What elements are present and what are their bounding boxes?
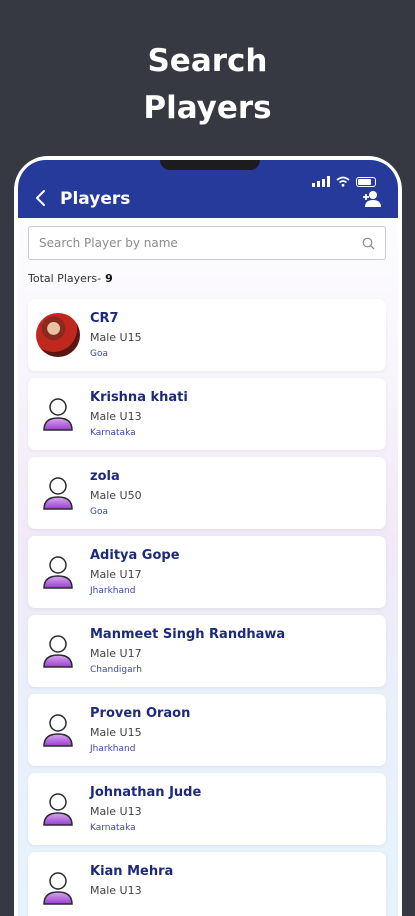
player-name: Proven Oraon (90, 706, 191, 721)
promo-title-line2: Players (143, 90, 272, 126)
player-card[interactable]: Proven Oraon Male U15 Jharkhand (28, 694, 386, 766)
player-name: CR7 (90, 311, 119, 326)
player-name: Krishna khati (90, 390, 188, 405)
player-gender-category: Male U15 (90, 726, 142, 739)
player-state: Jharkhand (90, 586, 136, 596)
player-gender-category: Male U17 (90, 647, 142, 660)
wifi-icon (336, 176, 350, 187)
player-name: Aditya Gope (90, 548, 180, 563)
player-card[interactable]: Aditya Gope Male U17 Jharkhand (28, 536, 386, 608)
player-gender-category: Male U13 (90, 805, 142, 818)
player-name: Manmeet Singh Randhawa (90, 627, 286, 642)
total-players-count: 9 (105, 272, 113, 285)
player-gender-category: Male U17 (90, 568, 142, 581)
user-avatar-icon (43, 714, 73, 747)
total-players: Total Players- 9 (28, 272, 113, 285)
chevron-left-icon[interactable] (34, 188, 48, 208)
promo-title: Search Players (0, 38, 415, 132)
player-name: Johnathan Jude (90, 785, 202, 800)
phone-frame: Players Total Players-9 CR7 Male U15 Goa Kr… (14, 156, 402, 916)
player-state: Karnataka (90, 823, 136, 833)
status-bar (312, 176, 376, 187)
player-card[interactable]: Johnathan Jude Male U13 Karnataka (28, 773, 386, 845)
player-gender-category: Male U15 (90, 331, 142, 344)
player-card[interactable]: Kian Mehra Male U13 (28, 852, 386, 916)
player-state: Goa (90, 507, 108, 517)
app-screen: Players Total Players-9 CR7 Male U15 Goa Kr… (18, 160, 398, 916)
add-user-icon[interactable] (362, 190, 382, 208)
player-state: Chandigarh (90, 665, 142, 675)
user-avatar-icon (43, 398, 73, 431)
user-avatar-icon (43, 872, 73, 905)
user-avatar-icon (43, 477, 73, 510)
phone-notch (160, 160, 260, 170)
player-state: Karnataka (90, 428, 136, 438)
signal-icon (312, 176, 330, 187)
player-state: Goa (90, 349, 108, 359)
player-list: CR7 Male U15 Goa Krishna khati Male U13 Karna… (28, 299, 386, 916)
player-gender-category: Male U13 (90, 410, 142, 423)
player-card[interactable]: Manmeet Singh Randhawa Male U17 Chandigarh (28, 615, 386, 687)
player-card[interactable]: CR7 Male U15 Goa (28, 299, 386, 371)
search-input[interactable] (29, 227, 369, 259)
search-icon[interactable] (362, 237, 375, 250)
player-gender-category: Male U13 (90, 884, 142, 897)
promo-title-line1: Search (147, 43, 268, 79)
battery-icon (356, 176, 376, 187)
player-name: zola (90, 469, 120, 484)
player-name: Kian Mehra (90, 864, 174, 879)
player-card[interactable]: Krishna khati Male U13 Karnataka (28, 378, 386, 450)
user-avatar-icon (43, 793, 73, 826)
search-box[interactable] (28, 226, 386, 260)
user-avatar-icon (43, 556, 73, 589)
player-state: Jharkhand (90, 744, 136, 754)
total-players-label: Total Players- (28, 272, 102, 285)
player-photo (36, 313, 80, 357)
page-title: Players (60, 189, 131, 209)
player-gender-category: Male U50 (90, 489, 142, 502)
player-card[interactable]: zola Male U50 Goa (28, 457, 386, 529)
user-avatar-icon (43, 635, 73, 668)
